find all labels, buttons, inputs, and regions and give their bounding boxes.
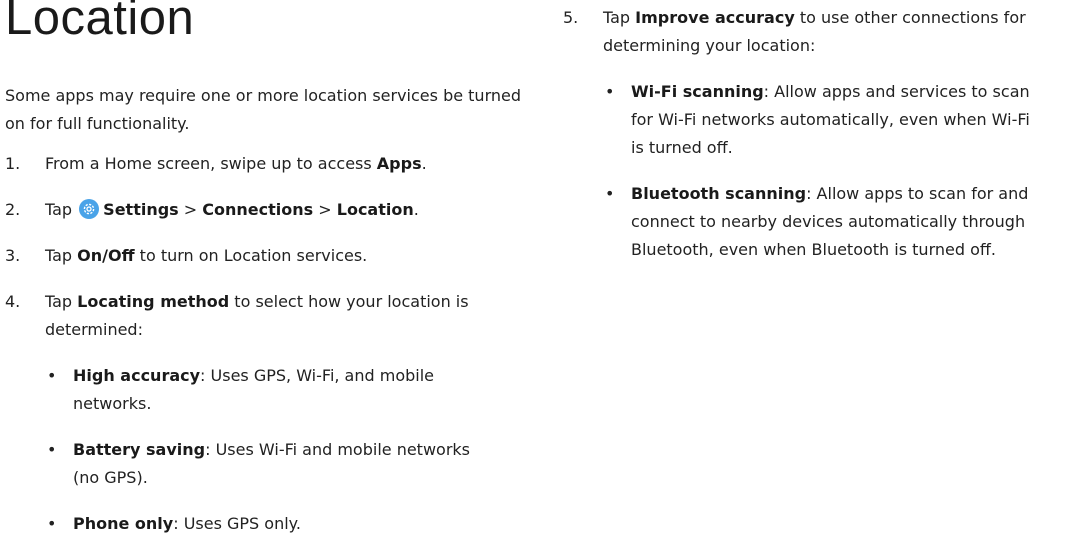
option-wifi-scanning: • Wi-Fi scanning: Allow apps and service… (603, 78, 1043, 162)
step-text: Tap Locating method to select how your l… (45, 292, 469, 339)
step-number: 2. (5, 200, 21, 219)
option-high-accuracy: • High accuracy: Uses GPS, Wi-Fi, and mo… (45, 362, 485, 418)
bullet: • (605, 82, 615, 101)
step-text: From a Home screen, swipe up to access A… (45, 154, 427, 173)
settings-gear-icon (79, 199, 100, 219)
step-2: 2. Tap Settings > Connections > Location… (5, 196, 530, 224)
step-text: Tap Improve accuracy to use other connec… (603, 8, 1026, 55)
step-text: Tap Settings > Connections > Location. (45, 199, 419, 219)
bullet: • (47, 514, 57, 533)
bullet: • (47, 440, 57, 459)
option-phone-only: • Phone only: Uses GPS only. (45, 510, 485, 538)
step-number: 3. (5, 246, 21, 265)
step-number: 4. (5, 292, 21, 311)
step-text: Tap On/Off to turn on Location services. (45, 246, 368, 265)
step-4: 4. Tap Locating method to select how you… (5, 288, 530, 533)
bullet: • (47, 366, 57, 385)
step-1: 1. From a Home screen, swipe up to acces… (5, 150, 530, 178)
step-number: 1. (5, 154, 21, 173)
step-5: 5. Tap Improve accuracy to use other con… (563, 4, 1055, 259)
option-bluetooth-scanning: • Bluetooth scanning: Allow apps to scan… (603, 180, 1043, 264)
option-battery-saving: • Battery saving: Uses Wi-Fi and mobile … (45, 436, 485, 492)
page-title: Location (5, 0, 195, 45)
bullet: • (605, 184, 615, 203)
step-3: 3. Tap On/Off to turn on Location servic… (5, 242, 530, 270)
intro-paragraph: Some apps may require one or more locati… (5, 86, 521, 133)
step-number: 5. (563, 8, 579, 27)
